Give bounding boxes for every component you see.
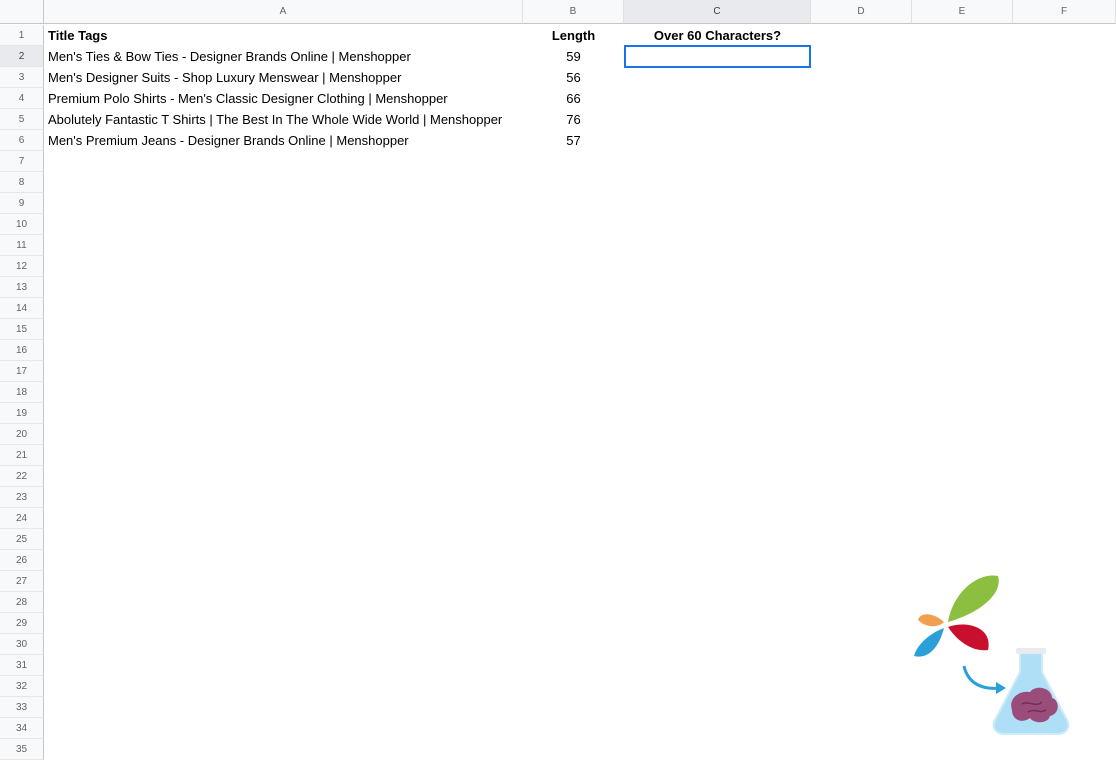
arrow-head-shape (996, 682, 1006, 694)
blue-petal-shape (914, 628, 944, 657)
row-header-14[interactable]: 14 (0, 298, 44, 319)
col-header-e[interactable]: E (912, 0, 1013, 24)
cell-b2[interactable]: 59 (523, 46, 624, 67)
row-header-16[interactable]: 16 (0, 340, 44, 361)
row-header-17[interactable]: 17 (0, 361, 44, 382)
row-header-18[interactable]: 18 (0, 382, 44, 403)
col-header-f[interactable]: F (1013, 0, 1116, 24)
row-header-25[interactable]: 25 (0, 529, 44, 550)
cell-a6[interactable]: Men's Premium Jeans - Designer Brands On… (44, 130, 523, 151)
header-length[interactable]: Length (523, 25, 624, 46)
cell-b5[interactable]: 76 (523, 109, 624, 130)
flask-neck-shape (1016, 648, 1046, 654)
row-header-23[interactable]: 23 (0, 487, 44, 508)
red-petal-shape (948, 624, 989, 651)
row-header-26[interactable]: 26 (0, 550, 44, 571)
col-header-a[interactable]: A (44, 0, 523, 24)
row-header-32[interactable]: 32 (0, 676, 44, 697)
row-header-29[interactable]: 29 (0, 613, 44, 634)
row-header-5[interactable]: 5 (0, 109, 44, 130)
cell-b4[interactable]: 66 (523, 88, 624, 109)
row-header-15[interactable]: 15 (0, 319, 44, 340)
row-header-21[interactable]: 21 (0, 445, 44, 466)
orange-petal-shape (918, 614, 944, 627)
col-header-c[interactable]: C (624, 0, 811, 24)
col-header-b[interactable]: B (523, 0, 624, 24)
row-header-35[interactable]: 35 (0, 739, 44, 760)
row-header-22[interactable]: 22 (0, 466, 44, 487)
cell-a2[interactable]: Men's Ties & Bow Ties - Designer Brands … (44, 46, 523, 67)
selected-cell-c2[interactable] (624, 45, 811, 68)
row-header-30[interactable]: 30 (0, 634, 44, 655)
row-header-24[interactable]: 24 (0, 508, 44, 529)
row-header-2[interactable]: 2 (0, 46, 44, 67)
flask-brain-logo-icon (914, 575, 1070, 735)
cell-b3[interactable]: 56 (523, 67, 624, 88)
select-all-corner[interactable] (0, 0, 44, 24)
row-header-12[interactable]: 12 (0, 256, 44, 277)
row-header-10[interactable]: 10 (0, 214, 44, 235)
row-header-11[interactable]: 11 (0, 235, 44, 256)
row-header-20[interactable]: 20 (0, 424, 44, 445)
row-header-33[interactable]: 33 (0, 697, 44, 718)
row-header-34[interactable]: 34 (0, 718, 44, 739)
header-title-tags[interactable]: Title Tags (44, 25, 523, 46)
col-header-d[interactable]: D (811, 0, 912, 24)
row-header-8[interactable]: 8 (0, 172, 44, 193)
cell-b6[interactable]: 57 (523, 130, 624, 151)
row-header-4[interactable]: 4 (0, 88, 44, 109)
spreadsheet: A B C D E F 1 2 3 4 5 6 7 8 9 10 11 12 13 14 15 16 17 18 1… (0, 0, 1116, 762)
row-header-28[interactable]: 28 (0, 592, 44, 613)
arrow-curve-shape (962, 665, 1001, 690)
row-header-1[interactable]: 1 (0, 25, 44, 46)
row-header-7[interactable]: 7 (0, 151, 44, 172)
cell-a5[interactable]: Abolutely Fantastic T Shirts | The Best … (44, 109, 523, 130)
green-petal-shape (948, 575, 999, 622)
cell-a4[interactable]: Premium Polo Shirts - Men's Classic Desi… (44, 88, 523, 109)
row-header-27[interactable]: 27 (0, 571, 44, 592)
row-header-9[interactable]: 9 (0, 193, 44, 214)
row-header-31[interactable]: 31 (0, 655, 44, 676)
row-header-19[interactable]: 19 (0, 403, 44, 424)
row-header-6[interactable]: 6 (0, 130, 44, 151)
row-header-13[interactable]: 13 (0, 277, 44, 298)
cell-a3[interactable]: Men's Designer Suits - Shop Luxury Mensw… (44, 67, 523, 88)
row-header-3[interactable]: 3 (0, 67, 44, 88)
header-over-60[interactable]: Over 60 Characters? (624, 25, 811, 46)
